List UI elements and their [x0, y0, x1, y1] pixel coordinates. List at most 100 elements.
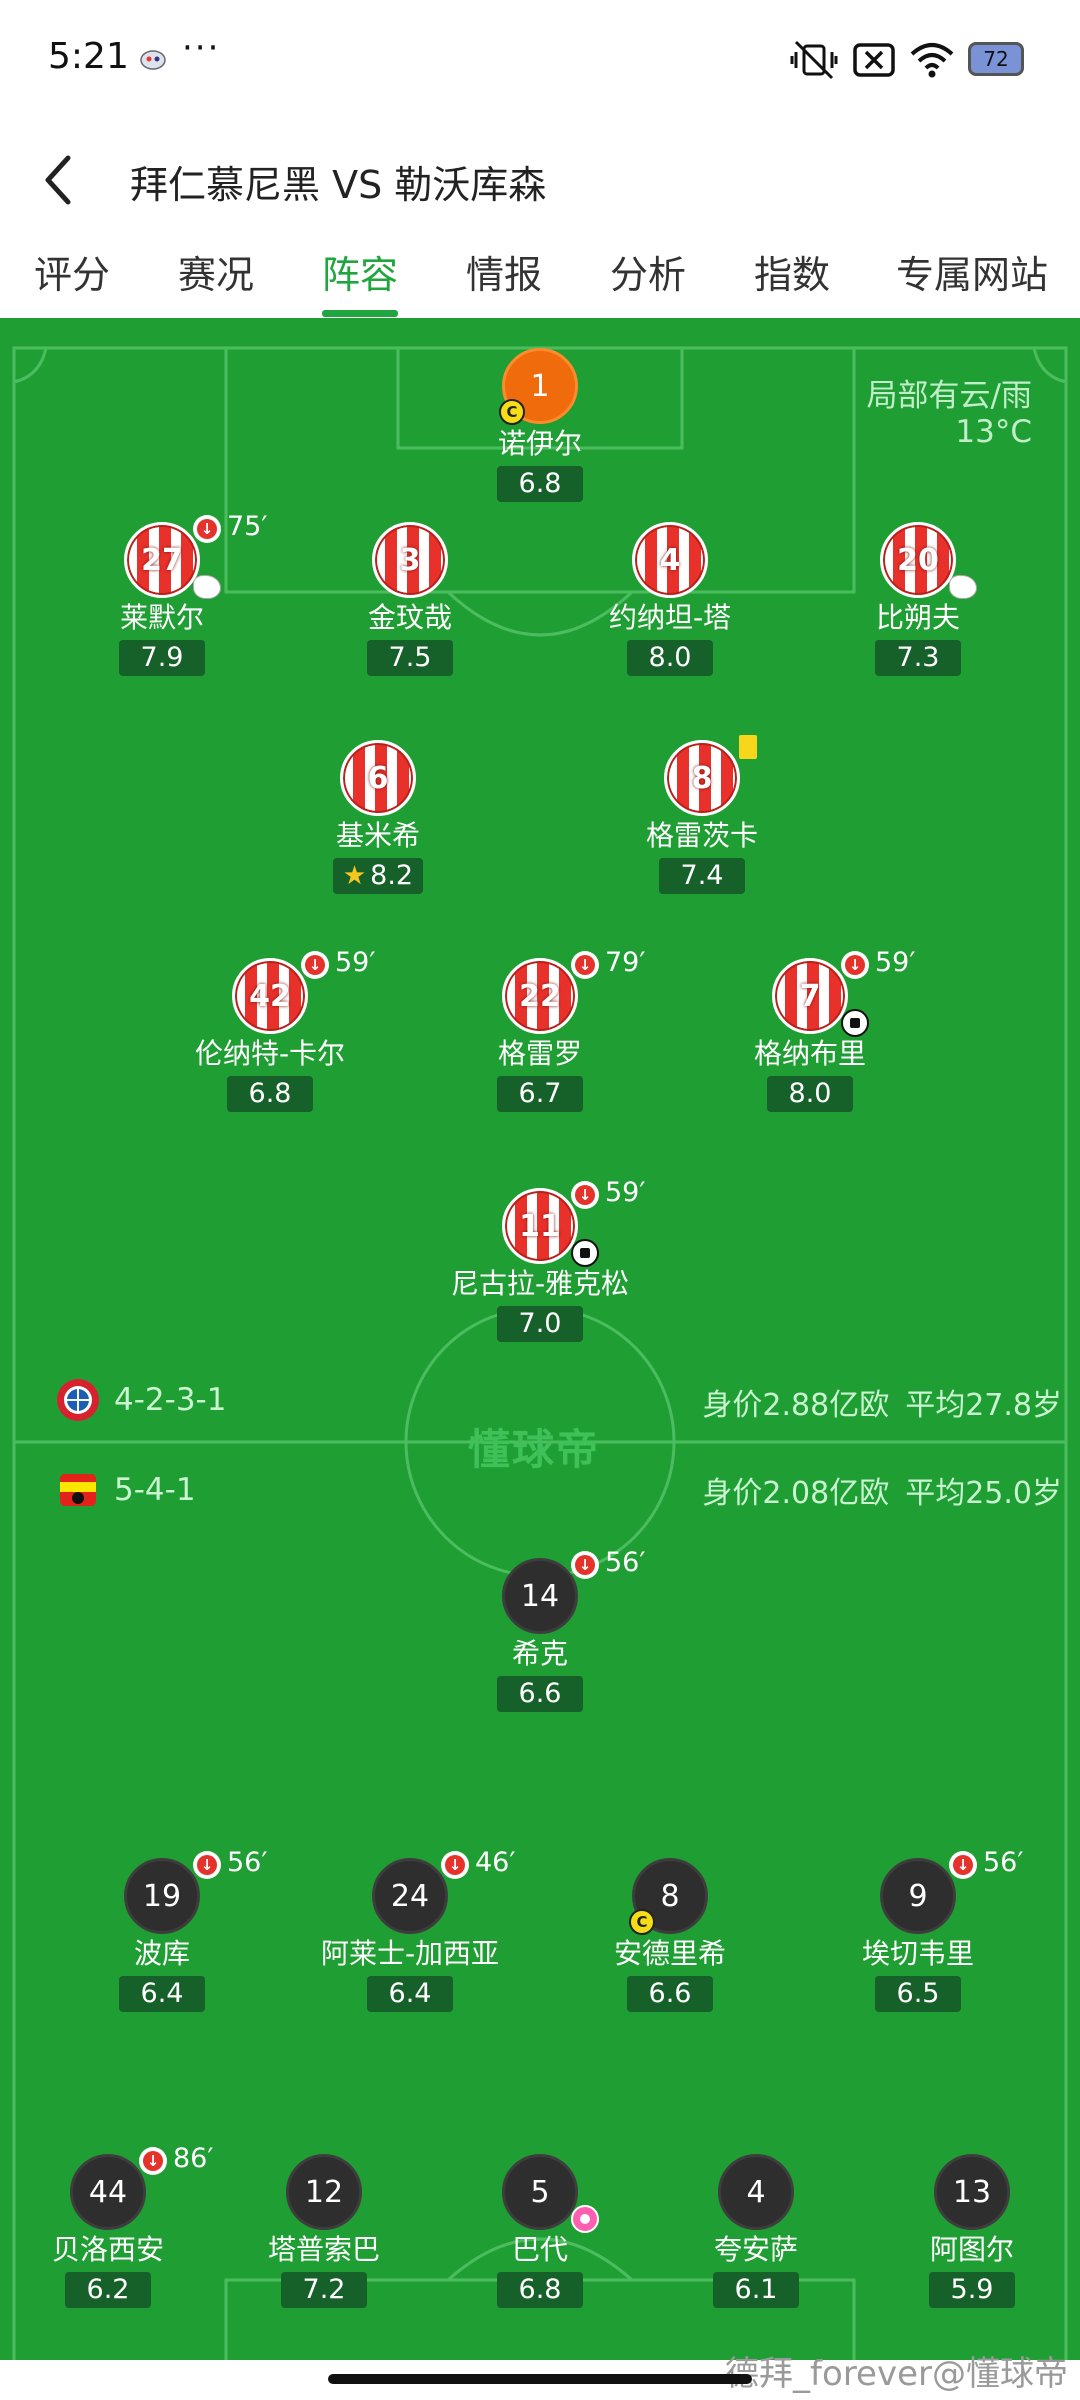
tab-odds[interactable]: 指数	[754, 244, 830, 299]
captain-icon: C	[629, 1909, 655, 1935]
jersey: 27 ↓ 75′	[124, 511, 268, 599]
sub-time: 56′	[605, 1547, 646, 1578]
jersey: 7 ↓ 59′	[772, 947, 916, 1037]
jersey: 11 ↓ 59′	[502, 1177, 646, 1267]
jersey: 8 C	[629, 1858, 708, 1935]
jersey: 14 ↓ 56′	[502, 1547, 646, 1634]
jersey-number: 42	[249, 978, 291, 1014]
jersey: 12	[286, 2154, 362, 2230]
tab-exclusive-site[interactable]: 专属网站	[896, 244, 1048, 299]
bayern-logo-icon	[57, 1379, 99, 1421]
player-home-4[interactable]: 4 约纳坦-塔 8.0	[540, 522, 800, 676]
jersey: 44 ↓ 86′	[70, 2143, 214, 2230]
goal-ball-icon	[571, 1239, 599, 1267]
sub-arrow: ↓	[200, 1856, 214, 1874]
weather-temperature: 13°C	[955, 414, 1032, 450]
player-home-6[interactable]: 6 基米希 ★ 8.2	[248, 740, 508, 894]
match-title: 拜仁慕尼黑 VS 勒沃库森	[130, 163, 547, 207]
home-indicator[interactable]	[328, 2374, 752, 2384]
player-home-11[interactable]: 11 ↓ 59′ 尼古拉-雅克松 7.0	[410, 1177, 670, 1342]
tab-live[interactable]: 赛况	[178, 244, 254, 299]
player-rating: 8.0	[767, 1076, 853, 1112]
player-rating: 6.4	[119, 1976, 205, 2012]
sub-time: 56′	[983, 1847, 1024, 1878]
home-avg-age: 平均27.8岁	[905, 1388, 1062, 1423]
player-away-24[interactable]: 24 ↓ 46′ 阿莱士-加西亚 6.4	[280, 1847, 540, 2012]
jersey-number: 7	[799, 978, 821, 1014]
home-formation: 4-2-3-1	[114, 1382, 227, 1418]
player-home-20[interactable]: 20 比朔夫 7.3	[788, 522, 1048, 676]
jersey-number: 22	[519, 978, 561, 1014]
away-squad-info: 身价2.08亿欧 平均25.0岁	[686, 1468, 1062, 1512]
jersey: 24 ↓ 46′	[372, 1847, 516, 1934]
home-squad-info: 身价2.88亿欧 平均27.8岁	[686, 1380, 1062, 1424]
credit-watermark: 德拜_forever@懂球帝	[725, 2354, 1068, 2394]
player-rating: 6.8	[497, 2272, 583, 2308]
captain-icon: C	[499, 399, 525, 425]
player-rating: 6.4	[367, 1976, 453, 2012]
player-home-27[interactable]: 27 ↓ 75′ 莱默尔 7.9	[32, 511, 292, 676]
player-name: 约纳坦-塔	[608, 601, 732, 634]
player-name: 莱默尔	[119, 601, 204, 634]
player-away-13[interactable]: 13 阿图尔 5.9	[842, 2154, 1080, 2308]
player-rating: 6.2	[65, 2272, 151, 2308]
jersey-number: 13	[952, 2174, 992, 2210]
player-rating: 6.6	[627, 1976, 713, 2012]
sub-arrow: ↓	[146, 2152, 160, 2170]
status-bar: 5:21 ··· 72	[0, 0, 1080, 120]
jersey: 4	[718, 2154, 794, 2230]
player-rating: 7.5	[367, 640, 453, 676]
player-away-19[interactable]: 19 ↓ 56′ 波库 6.4	[32, 1847, 292, 2012]
player-name: 阿图尔	[929, 2233, 1014, 2266]
sub-arrow: ↓	[448, 1856, 462, 1874]
match-header: 拜仁慕尼黑 VS 勒沃库森	[0, 120, 1080, 240]
player-home-1[interactable]: 1 C 诺伊尔 6.8	[410, 348, 670, 502]
player-home-42[interactable]: 42 ↓ 59′ 伦纳特-卡尔 6.8	[140, 947, 400, 1112]
active-tab-indicator	[322, 310, 398, 317]
player-name: 波库	[133, 1937, 190, 1970]
player-away-8[interactable]: 8 C 安德里希 6.6	[540, 1858, 800, 2012]
tab-ratings[interactable]: 评分	[34, 244, 110, 299]
player-away-9[interactable]: 9 ↓ 56′ 埃切韦里 6.5	[788, 1847, 1048, 2012]
player-name: 尼古拉-雅克松	[450, 1267, 630, 1300]
star-icon: ★	[342, 861, 367, 891]
home-squad-value: 身价2.88亿欧	[702, 1388, 890, 1423]
back-arrow-icon[interactable]	[40, 152, 80, 208]
tab-analysis[interactable]: 分析	[610, 244, 686, 299]
player-name: 金玟哉	[367, 601, 452, 634]
sub-time: 59′	[335, 947, 376, 978]
player-rating: 6.1	[713, 2272, 799, 2308]
battery-icon: 72	[968, 42, 1024, 76]
pitch-logo: 懂球帝	[468, 1425, 601, 1474]
player-home-22[interactable]: 22 ↓ 79′ 格雷罗 6.7	[410, 947, 670, 1112]
jersey: 42 ↓ 59′	[232, 947, 376, 1034]
player-home-7[interactable]: 7 ↓ 59′ 格纳布里 8.0	[680, 947, 940, 1112]
sub-time: 59′	[875, 947, 916, 978]
sub-time: 59′	[605, 1177, 646, 1208]
battery-level: 72	[983, 47, 1009, 71]
goal-ball-icon	[841, 1009, 869, 1037]
jersey: 6	[340, 740, 416, 816]
glove-icon	[949, 575, 977, 599]
player-home-3[interactable]: 3 金玟哉 7.5	[280, 522, 540, 676]
sub-arrow: ↓	[200, 520, 214, 538]
status-time: 5:21	[48, 36, 129, 77]
jersey-number: 20	[897, 542, 939, 578]
player-home-8[interactable]: 8 格雷茨卡 7.4	[572, 735, 832, 894]
player-rating: 6.8	[497, 466, 583, 502]
player-rating: 6.7	[497, 1076, 583, 1112]
player-rating: 7.3	[875, 640, 961, 676]
tab-lineup[interactable]: 阵容	[322, 244, 398, 299]
player-name: 格雷罗	[497, 1037, 582, 1070]
jersey-number: 6	[367, 760, 389, 796]
jersey: 5	[502, 2154, 599, 2233]
jersey-number: 5	[530, 2174, 550, 2210]
player-name: 比朔夫	[875, 601, 960, 634]
tab-intel[interactable]: 情报	[466, 244, 542, 299]
away-formation: 5-4-1	[114, 1472, 196, 1508]
jersey: 19 ↓ 56′	[124, 1847, 268, 1934]
player-away-14[interactable]: 14 ↓ 56′ 希克 6.6	[410, 1547, 670, 1712]
player-rating: 5.9	[929, 2272, 1015, 2308]
lineup-pitch: 局部有云/雨 13°C 1 C 诺伊尔 6.8 27 ↓ 75′ 莱默尔 7.9…	[0, 318, 1080, 2360]
sub-arrow: ↓	[578, 956, 592, 974]
